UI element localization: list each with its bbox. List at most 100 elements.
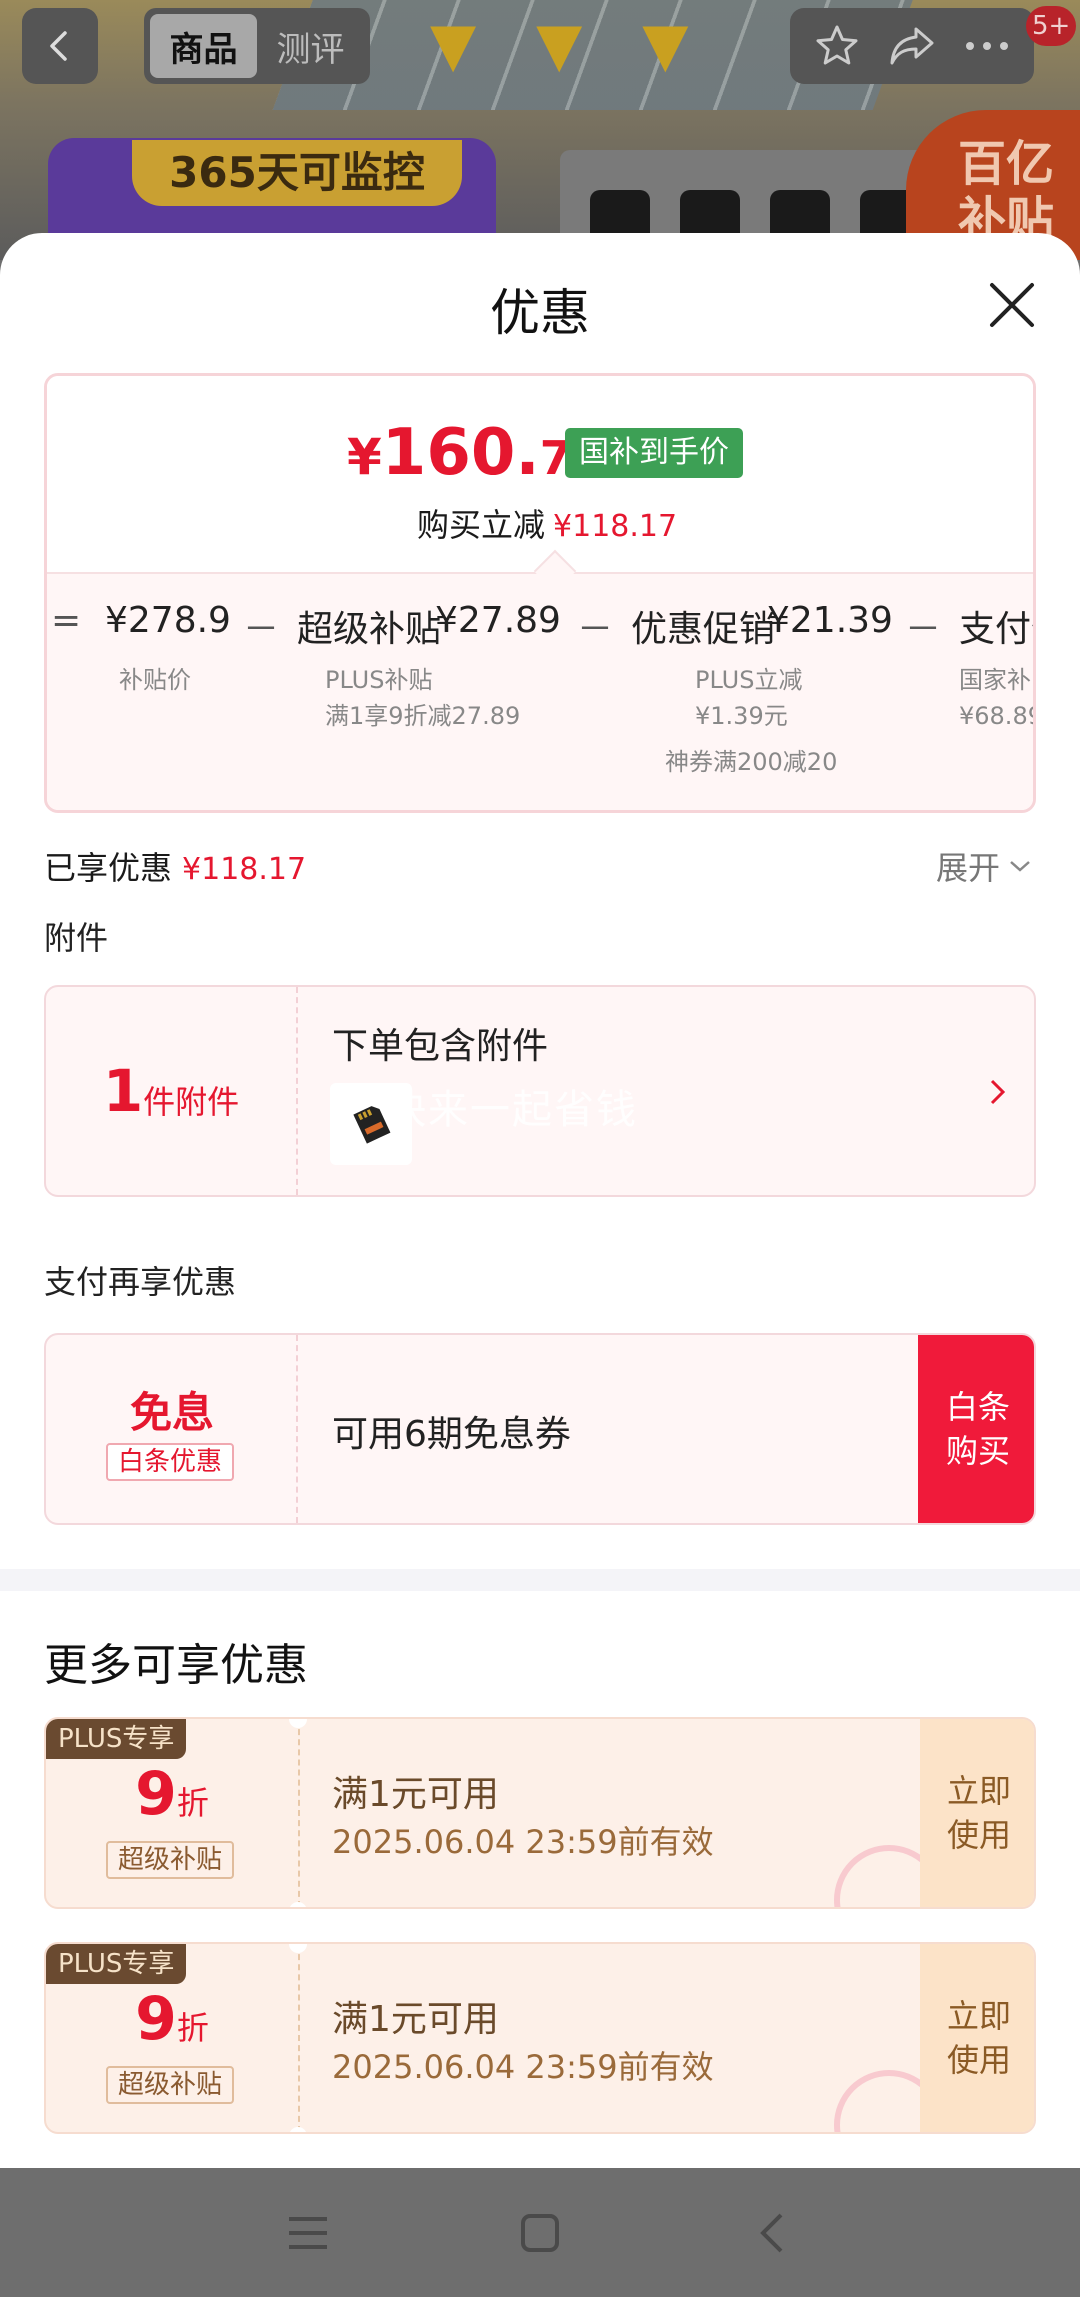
- breakdown-sub: 神券满200减20: [665, 748, 838, 776]
- back-button[interactable]: [22, 8, 98, 84]
- breakdown-sub: 补贴价: [119, 666, 191, 694]
- section-divider: [0, 1569, 1080, 1591]
- message-count-badge: 5+: [1026, 6, 1077, 46]
- accessory-count-unit: 件附件: [143, 1083, 240, 1121]
- minus-sign: －: [243, 609, 280, 650]
- plus-ribbon: PLUS专享: [46, 1944, 187, 1984]
- breakdown-sub: ¥68.89: [959, 702, 1036, 730]
- breakdown-value: ¥21.39: [767, 600, 893, 641]
- interest-free-label: 免息: [129, 1388, 214, 1437]
- use-now-button[interactable]: 立即 使用: [920, 1944, 1034, 2132]
- installment-tag: 免息 白条优惠: [46, 1335, 298, 1523]
- menu-icon: [289, 2216, 327, 2249]
- accessory-title: 下单包含附件: [332, 1026, 549, 1067]
- subsidy-text: 百亿 补贴: [957, 136, 1054, 248]
- use-now-label: 立即 使用: [946, 1772, 1011, 1854]
- coupon-condition: 满1元可用: [332, 1774, 499, 1815]
- reduce-line: 购买立减 ¥118.17: [417, 500, 677, 546]
- expand-label: 展开: [936, 849, 1001, 887]
- tab-review[interactable]: 测评: [257, 14, 364, 78]
- more-discounts-title: 更多可享优惠: [44, 1640, 308, 1691]
- star-icon: [816, 25, 858, 65]
- accessories-label: 附件: [44, 919, 109, 957]
- system-back-button[interactable]: [742, 2203, 802, 2263]
- enjoyed-discount: 已享优惠 ¥118.17: [44, 843, 306, 889]
- chevron-right-icon: [990, 1079, 1006, 1105]
- reduce-label: 购买立减: [417, 506, 546, 544]
- breakdown-label: 支付优: [959, 609, 1033, 650]
- breakdown-sub: 国家补: [959, 666, 1031, 694]
- favorite-button[interactable]: [807, 16, 867, 76]
- coupon-card: PLUS专享 9折 超级补贴 满1元可用 2025.06.04 23:59前有效…: [44, 1942, 1036, 2134]
- coupon-notch: [289, 1944, 307, 1953]
- enjoyed-label: 已享优惠: [44, 849, 173, 887]
- pay-section-label: 支付再享优惠: [44, 1263, 237, 1301]
- price-summary: ¥160.73 国补到手价 购买立减¥118.17: [47, 376, 1033, 574]
- coupon-discount: 9折: [46, 1759, 298, 1829]
- breakdown-sub: PLUS补贴: [325, 666, 433, 694]
- accessory-count-number: 1: [102, 1057, 144, 1125]
- price-breakdown: = ¥278.9 补贴价 － 超级补贴 ¥27.89 PLUS补贴 满1享9折减…: [47, 572, 1036, 810]
- expand-button[interactable]: 展开: [936, 843, 1032, 889]
- top-actions: [790, 8, 1034, 84]
- tab-product[interactable]: 商品: [150, 14, 257, 78]
- coupon-type-badge: 超级补贴: [106, 2066, 234, 2104]
- close-icon: [990, 283, 1034, 327]
- breakdown-sub: 满1享9折减27.89: [325, 702, 521, 730]
- discount-unit: 折: [176, 2009, 209, 2047]
- breakdown-sub: ¥1.39元: [695, 702, 788, 730]
- installment-title: 可用6期免息券: [332, 1414, 571, 1455]
- discount-number: 9: [135, 1984, 177, 2054]
- minus-sign: －: [905, 609, 942, 650]
- product-image-arrows: ▼▼▼: [430, 10, 749, 80]
- discount-unit: 折: [176, 1784, 209, 1822]
- home-square-icon: [521, 2213, 559, 2252]
- more-icon: [965, 42, 1008, 50]
- more-button[interactable]: [957, 16, 1017, 76]
- chevron-down-icon: [1010, 861, 1030, 872]
- coupon-notch: [289, 2127, 307, 2132]
- breakdown-label: 优惠促销: [631, 609, 776, 650]
- accessory-card[interactable]: 1 件附件 下单包含附件 快来一起省钱: [44, 985, 1036, 1197]
- coupon-divider: [298, 1944, 300, 2132]
- coupon-validity: 2025.06.04 23:59前有效: [332, 2048, 714, 2086]
- reduce-amount: ¥118.17: [553, 509, 678, 544]
- system-nav-bar: [0, 2168, 1080, 2297]
- accessory-count: 1 件附件: [46, 987, 298, 1195]
- promo-365-text: 365天可监控: [132, 140, 462, 206]
- coupon-notch: [289, 1902, 307, 1907]
- sheet-title: 优惠: [490, 284, 590, 342]
- share-button[interactable]: [882, 16, 942, 76]
- watermark-text: 快来一起省钱: [386, 1087, 638, 1133]
- equals-sign: =: [51, 600, 82, 641]
- use-now-label: 立即 使用: [946, 1997, 1011, 2079]
- top-tab-switch: 商品 测评: [144, 8, 370, 84]
- plus-ribbon: PLUS专享: [46, 1719, 187, 1759]
- back-icon: [50, 31, 67, 61]
- home-button[interactable]: [510, 2203, 570, 2263]
- minus-sign: －: [577, 609, 614, 650]
- coupon-condition: 满1元可用: [332, 1999, 499, 2040]
- price-currency: ¥: [347, 428, 382, 486]
- breakdown-sub: PLUS立减: [695, 666, 803, 694]
- coupon-discount: 9折: [46, 1984, 298, 2054]
- coupon-card: PLUS专享 9折 超级补贴 满1元可用 2025.06.04 23:59前有效…: [44, 1717, 1036, 1909]
- coupon-validity: 2025.06.04 23:59前有效: [332, 1823, 714, 1861]
- nav-back-icon: [760, 2213, 783, 2252]
- breakdown-value: ¥278.9: [105, 600, 231, 641]
- installment-card: 免息 白条优惠 可用6期免息券 白条 购买: [44, 1333, 1036, 1525]
- share-icon: [890, 27, 934, 65]
- discount-number: 9: [135, 1759, 177, 1829]
- price-card: ¥160.73 国补到手价 购买立减¥118.17 = ¥278.9 补贴价 －…: [44, 373, 1036, 813]
- close-button[interactable]: [982, 275, 1042, 335]
- coupon-notch: [289, 1719, 307, 1728]
- baitiao-buy-button[interactable]: 白条 购买: [918, 1335, 1034, 1523]
- discount-sheet: 优惠 ¥160.73 国补到手价 购买立减¥118.17 = ¥278.9 补贴…: [0, 233, 1080, 2168]
- use-now-button[interactable]: 立即 使用: [920, 1719, 1034, 1907]
- recent-apps-button[interactable]: [278, 2203, 338, 2263]
- coupon-type-badge: 超级补贴: [106, 1841, 234, 1879]
- accessory-arrow: [986, 1075, 1010, 1113]
- baitiao-badge: 白条优惠: [106, 1443, 234, 1481]
- baitiao-buy-label: 白条 购买: [945, 1388, 1010, 1470]
- enjoyed-amount: ¥118.17: [182, 852, 307, 887]
